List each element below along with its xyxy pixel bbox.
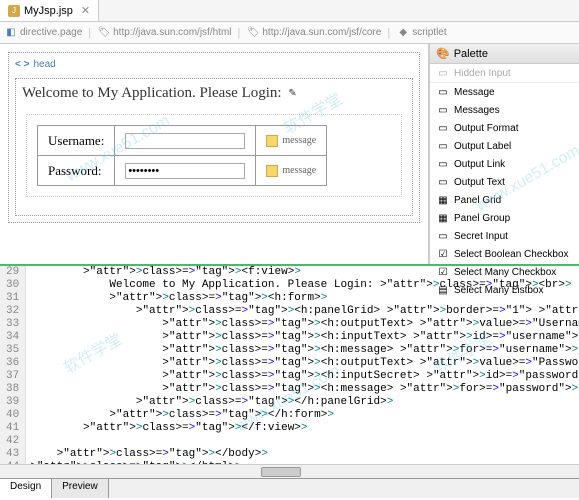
design-tab[interactable]: Design — [0, 479, 52, 498]
table-row: Password: message — [38, 156, 327, 186]
palette-item[interactable]: ▭Output Format — [430, 119, 579, 137]
breadcrumb: ◧directive.page | 🏷http://java.sun.com/j… — [0, 22, 579, 44]
login-panel-grid: Username: message Password: message — [37, 125, 327, 186]
code-content[interactable]: >"attr">>class>=>"tag">><f:view>> Welcom… — [26, 266, 579, 464]
breadcrumb-item[interactable]: 🏷http://java.sun.com/jsf/html — [97, 26, 231, 40]
message-icon — [266, 135, 278, 147]
scriptlet-icon: ◆ — [396, 26, 410, 40]
welcome-heading: Welcome to My Application. Please Login:… — [22, 85, 406, 102]
palette-item[interactable]: ▭Output Link — [430, 155, 579, 173]
palette-item[interactable]: ▭Output Text — [430, 173, 579, 191]
input-icon: ▭ — [436, 66, 450, 80]
component-icon: ▭ — [436, 103, 450, 117]
username-input[interactable] — [125, 133, 245, 149]
palette-item[interactable]: ▭Output Label — [430, 137, 579, 155]
breadcrumb-item[interactable]: ◧directive.page — [4, 26, 82, 40]
head-section-label[interactable]: head — [11, 55, 417, 74]
palette-item[interactable]: ▦Panel Group — [430, 209, 579, 227]
component-icon: ▭ — [436, 157, 450, 171]
palette-item[interactable]: ▭Messages — [430, 101, 579, 119]
namespace-icon: 🏷 — [246, 26, 260, 40]
palette-item[interactable]: ▭Message — [430, 83, 579, 101]
message-label: message — [282, 135, 316, 146]
palette-item[interactable]: ☑Select Boolean Checkbox — [430, 245, 579, 263]
palette-icon: 🎨 — [436, 47, 450, 60]
horizontal-scrollbar[interactable] — [0, 464, 579, 478]
close-tab-icon[interactable]: ✕ — [81, 4, 90, 17]
message-icon — [266, 165, 278, 177]
preview-tab[interactable]: Preview — [52, 479, 109, 498]
password-label: Password: — [38, 156, 115, 186]
component-icon: ▭ — [436, 139, 450, 153]
page-icon: ◧ — [4, 26, 18, 40]
namespace-icon: 🏷 — [97, 26, 111, 40]
design-canvas[interactable]: head Welcome to My Application. Please L… — [0, 44, 429, 264]
palette-item[interactable]: ▭Secret Input — [430, 227, 579, 245]
scrollbar-thumb[interactable] — [261, 467, 301, 477]
component-icon: ▭ — [436, 85, 450, 99]
breadcrumb-item[interactable]: ◆scriptlet — [396, 26, 446, 40]
component-icon: ☑ — [436, 247, 450, 261]
file-tab-label: MyJsp.jsp — [24, 5, 73, 17]
username-label: Username: — [38, 126, 115, 156]
component-icon: ▦ — [436, 193, 450, 207]
breadcrumb-item[interactable]: 🏷http://java.sun.com/jsf/core — [246, 26, 381, 40]
edit-icon: ✎ — [286, 87, 300, 101]
file-tab[interactable]: J MyJsp.jsp ✕ — [0, 0, 99, 21]
palette-header[interactable]: 🎨 Palette — [430, 44, 579, 64]
component-icon: ▭ — [436, 175, 450, 189]
component-icon: ▭ — [436, 229, 450, 243]
palette-panel: 🎨 Palette ▭Hidden Input ▭Message▭Message… — [429, 44, 579, 264]
message-label: message — [282, 165, 316, 176]
component-icon: ▭ — [436, 121, 450, 135]
palette-item[interactable]: ▭Hidden Input — [430, 64, 579, 83]
line-gutter: 2930313233343536373839404142434445 — [0, 266, 26, 464]
table-row: Username: message — [38, 126, 327, 156]
password-input[interactable] — [125, 163, 245, 179]
source-code-pane[interactable]: 2930313233343536373839404142434445 >"att… — [0, 264, 579, 464]
jsp-file-icon: J — [8, 5, 20, 17]
view-tabs: Design Preview — [0, 478, 579, 498]
component-icon: ▦ — [436, 211, 450, 225]
editor-tab-bar: J MyJsp.jsp ✕ — [0, 0, 579, 22]
palette-item[interactable]: ▦Panel Grid — [430, 191, 579, 209]
